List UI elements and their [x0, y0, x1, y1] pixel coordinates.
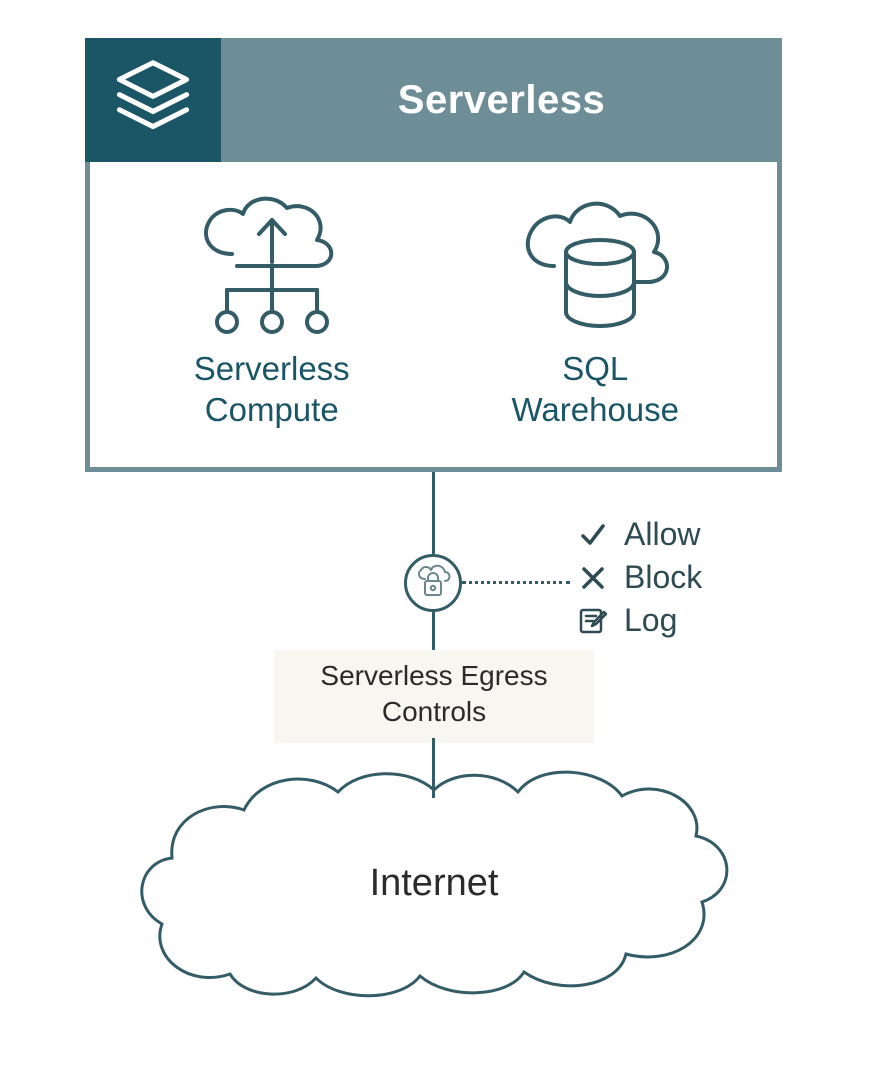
action-block-row: Block	[576, 559, 702, 596]
cross-icon	[576, 561, 610, 595]
connector-line-mid	[432, 612, 435, 652]
action-log-label: Log	[624, 602, 677, 639]
serverless-title: Serverless	[398, 78, 605, 123]
sql-warehouse-label-line2: Warehouse	[511, 391, 679, 428]
egress-controls-label-line2: Controls	[382, 696, 486, 727]
databricks-logo-block	[85, 38, 221, 162]
log-edit-icon	[576, 604, 610, 638]
egress-actions-list: Allow Block Log	[576, 516, 702, 645]
check-icon	[576, 518, 610, 552]
action-log-row: Log	[576, 602, 702, 639]
sql-warehouse-label-line1: SQL	[562, 350, 628, 387]
diagram-container: Serverless	[85, 38, 782, 472]
serverless-header: Serverless	[85, 38, 782, 162]
serverless-body-panel: Serverless Compute SQL Warehouse	[85, 162, 782, 472]
serverless-compute-label: Serverless Compute	[194, 348, 350, 431]
egress-lock-node	[404, 554, 462, 612]
cloud-lock-icon	[413, 561, 453, 606]
egress-controls-label: Serverless Egress Controls	[274, 650, 594, 743]
serverless-compute-label-line2: Compute	[205, 391, 339, 428]
cloud-compute-icon	[177, 190, 367, 340]
sql-warehouse-component: SQL Warehouse	[434, 190, 758, 431]
cloud-database-icon	[500, 190, 690, 340]
action-allow-label: Allow	[624, 516, 700, 553]
databricks-logo-icon	[111, 56, 195, 145]
serverless-compute-label-line1: Serverless	[194, 350, 350, 387]
internet-cloud: Internet	[110, 762, 758, 1002]
action-block-label: Block	[624, 559, 702, 596]
serverless-title-block: Serverless	[221, 38, 782, 162]
internet-label: Internet	[110, 862, 758, 905]
dotted-connector	[462, 581, 570, 584]
egress-controls-label-line1: Serverless Egress	[320, 660, 547, 691]
sql-warehouse-label: SQL Warehouse	[511, 348, 679, 431]
serverless-compute-component: Serverless Compute	[110, 190, 434, 431]
connector-line-top	[432, 472, 435, 554]
action-allow-row: Allow	[576, 516, 702, 553]
